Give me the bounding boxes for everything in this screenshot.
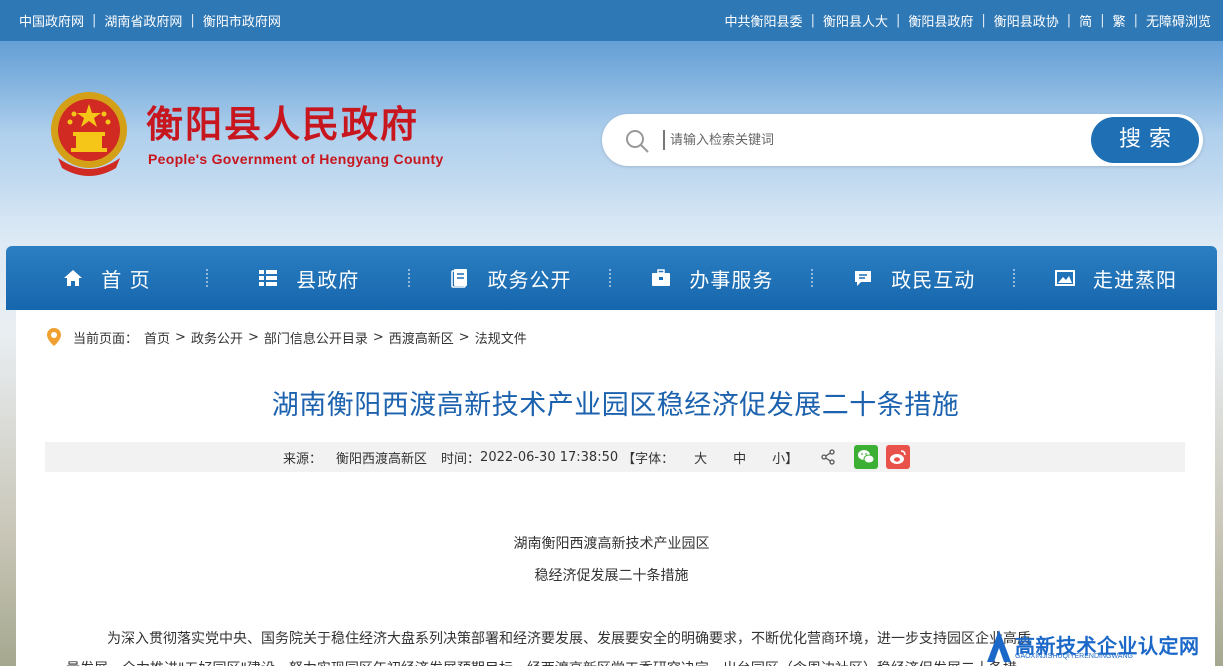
font-medium-button[interactable]: 中 bbox=[733, 448, 746, 467]
link-county-cppcc[interactable]: 衡阳县政协 bbox=[994, 11, 1059, 30]
font-small-button[interactable]: 小】 bbox=[772, 448, 798, 467]
site-subtitle: People's Government of Hengyang County bbox=[148, 151, 444, 167]
link-accessibility[interactable]: 无障碍浏览 bbox=[1146, 11, 1211, 30]
breadcrumb-regulations[interactable]: 法规文件 bbox=[475, 328, 527, 347]
main-nav: 首 页 县政府 政务公开 办事服务 政民互动 走进蒸阳 bbox=[6, 246, 1217, 310]
document-icon bbox=[450, 269, 467, 288]
article-title: 湖南衡阳西渡高新技术产业园区稳经济促发展二十条措施 bbox=[271, 390, 960, 421]
time-value: 2022-06-30 17:38:50 bbox=[480, 449, 619, 465]
watermark-logo-icon bbox=[987, 630, 1011, 662]
nav-about-zhengyang[interactable]: 走进蒸阳 bbox=[1015, 246, 1217, 310]
font-large-button[interactable]: 大 bbox=[694, 448, 707, 467]
link-county-congress[interactable]: 衡阳县人大 bbox=[823, 11, 888, 30]
watermark-subtext: GAOXINJISHUQIYERENDINGWANG bbox=[1015, 653, 1133, 660]
link-traditional[interactable]: 繁 bbox=[1113, 11, 1126, 30]
font-size-label: 【字体： bbox=[622, 451, 675, 467]
breadcrumb-dept-catalog[interactable]: 部门信息公开目录 bbox=[264, 328, 368, 347]
nav-gov-affairs[interactable]: 政务公开 bbox=[410, 246, 612, 310]
weibo-icon bbox=[890, 450, 906, 464]
nav-county-gov[interactable]: 县政府 bbox=[208, 246, 410, 310]
top-links-right: 中共衡阳县委 | 衡阳县人大 | 衡阳县政府 | 衡阳县政协 | 简 | 繁 |… bbox=[724, 11, 1211, 30]
nav-interaction[interactable]: 政民互动 bbox=[813, 246, 1015, 310]
wechat-share-button[interactable] bbox=[854, 445, 879, 469]
breadcrumb-prefix: 当前页面： bbox=[73, 331, 139, 347]
link-hunan-gov[interactable]: 湖南省政府网 bbox=[104, 11, 182, 30]
link-county-party[interactable]: 中共衡阳县委 bbox=[725, 11, 803, 30]
article-meta: 来源： 衡阳西渡高新区 时间： 2022-06-30 17:38:50 【字体：… bbox=[45, 442, 1185, 472]
nav-services[interactable]: 办事服务 bbox=[611, 246, 814, 310]
nav-about-zhengyang-label: 走进蒸阳 bbox=[1093, 267, 1178, 292]
source-label: 来源： bbox=[283, 451, 323, 467]
breadcrumb-xidu[interactable]: 西渡高新区 bbox=[389, 328, 454, 347]
source-value: 衡阳西渡高新区 bbox=[336, 451, 428, 467]
link-gov-cn[interactable]: 中国政府网 bbox=[19, 11, 84, 30]
doc-heading-line2: 稳经济促发展二十条措施 bbox=[534, 568, 689, 584]
nav-home-label: 首 页 bbox=[101, 267, 151, 292]
top-bar: 中国政府网 | 湖南省政府网 | 衡阳市政府网 中共衡阳县委 | 衡阳县人大 |… bbox=[0, 0, 1223, 41]
top-links-left: 中国政府网 | 湖南省政府网 | 衡阳市政府网 bbox=[19, 11, 281, 30]
image-icon bbox=[1055, 270, 1076, 286]
location-pin-icon bbox=[47, 328, 61, 346]
nav-services-label: 办事服务 bbox=[689, 267, 774, 292]
link-hengyang-city-gov[interactable]: 衡阳市政府网 bbox=[203, 11, 281, 30]
link-county-gov[interactable]: 衡阳县政府 bbox=[908, 11, 973, 30]
weibo-share-button[interactable] bbox=[886, 445, 911, 469]
breadcrumb-gov-affairs[interactable]: 政务公开 bbox=[191, 328, 243, 347]
doc-heading-line1: 湖南衡阳西渡高新技术产业园区 bbox=[513, 536, 710, 552]
content-panel: 当前页面： 首页 > 政务公开 > 部门信息公开目录 > 西渡高新区 > 法规文… bbox=[16, 310, 1215, 666]
nav-home[interactable]: 首 页 bbox=[6, 246, 208, 310]
breadcrumb-home[interactable]: 首页 bbox=[144, 328, 170, 347]
site-title: 衡阳县人民政府 bbox=[146, 102, 419, 146]
national-emblem-icon bbox=[51, 92, 127, 176]
watermark: 高新技术企业认定网 GAOXINJISHUQIYERENDINGWANG bbox=[985, 626, 1223, 666]
wechat-icon bbox=[858, 450, 875, 464]
link-simplified[interactable]: 简 bbox=[1079, 11, 1092, 30]
chat-icon bbox=[855, 271, 872, 286]
breadcrumb: 当前页面： 首页 > 政务公开 > 部门信息公开目录 > 西渡高新区 > 法规文… bbox=[45, 327, 527, 347]
briefcase-icon bbox=[652, 269, 671, 286]
nav-interaction-label: 政民互动 bbox=[891, 267, 976, 292]
search-icon bbox=[626, 130, 649, 153]
nav-county-gov-label: 县政府 bbox=[296, 267, 360, 292]
search-input[interactable] bbox=[670, 127, 1070, 153]
article-paragraph-1: 为深入贯彻落实党中央、国务院关于稳住经济大盘系列决策部署和经济要发展、发展要安全… bbox=[107, 631, 1031, 647]
time-label: 时间： bbox=[441, 451, 481, 467]
article-paragraph-2: 量发展，全力推进"五好园区"建设，努力实现园区年初经济发展预期目标，经西渡高新区… bbox=[66, 658, 1017, 666]
home-icon bbox=[64, 270, 83, 286]
search-box: 搜索 bbox=[602, 114, 1203, 166]
list-icon bbox=[259, 270, 278, 286]
search-button[interactable]: 搜索 bbox=[1091, 117, 1199, 163]
share-icon[interactable] bbox=[820, 449, 836, 465]
nav-gov-affairs-label: 政务公开 bbox=[487, 267, 572, 292]
